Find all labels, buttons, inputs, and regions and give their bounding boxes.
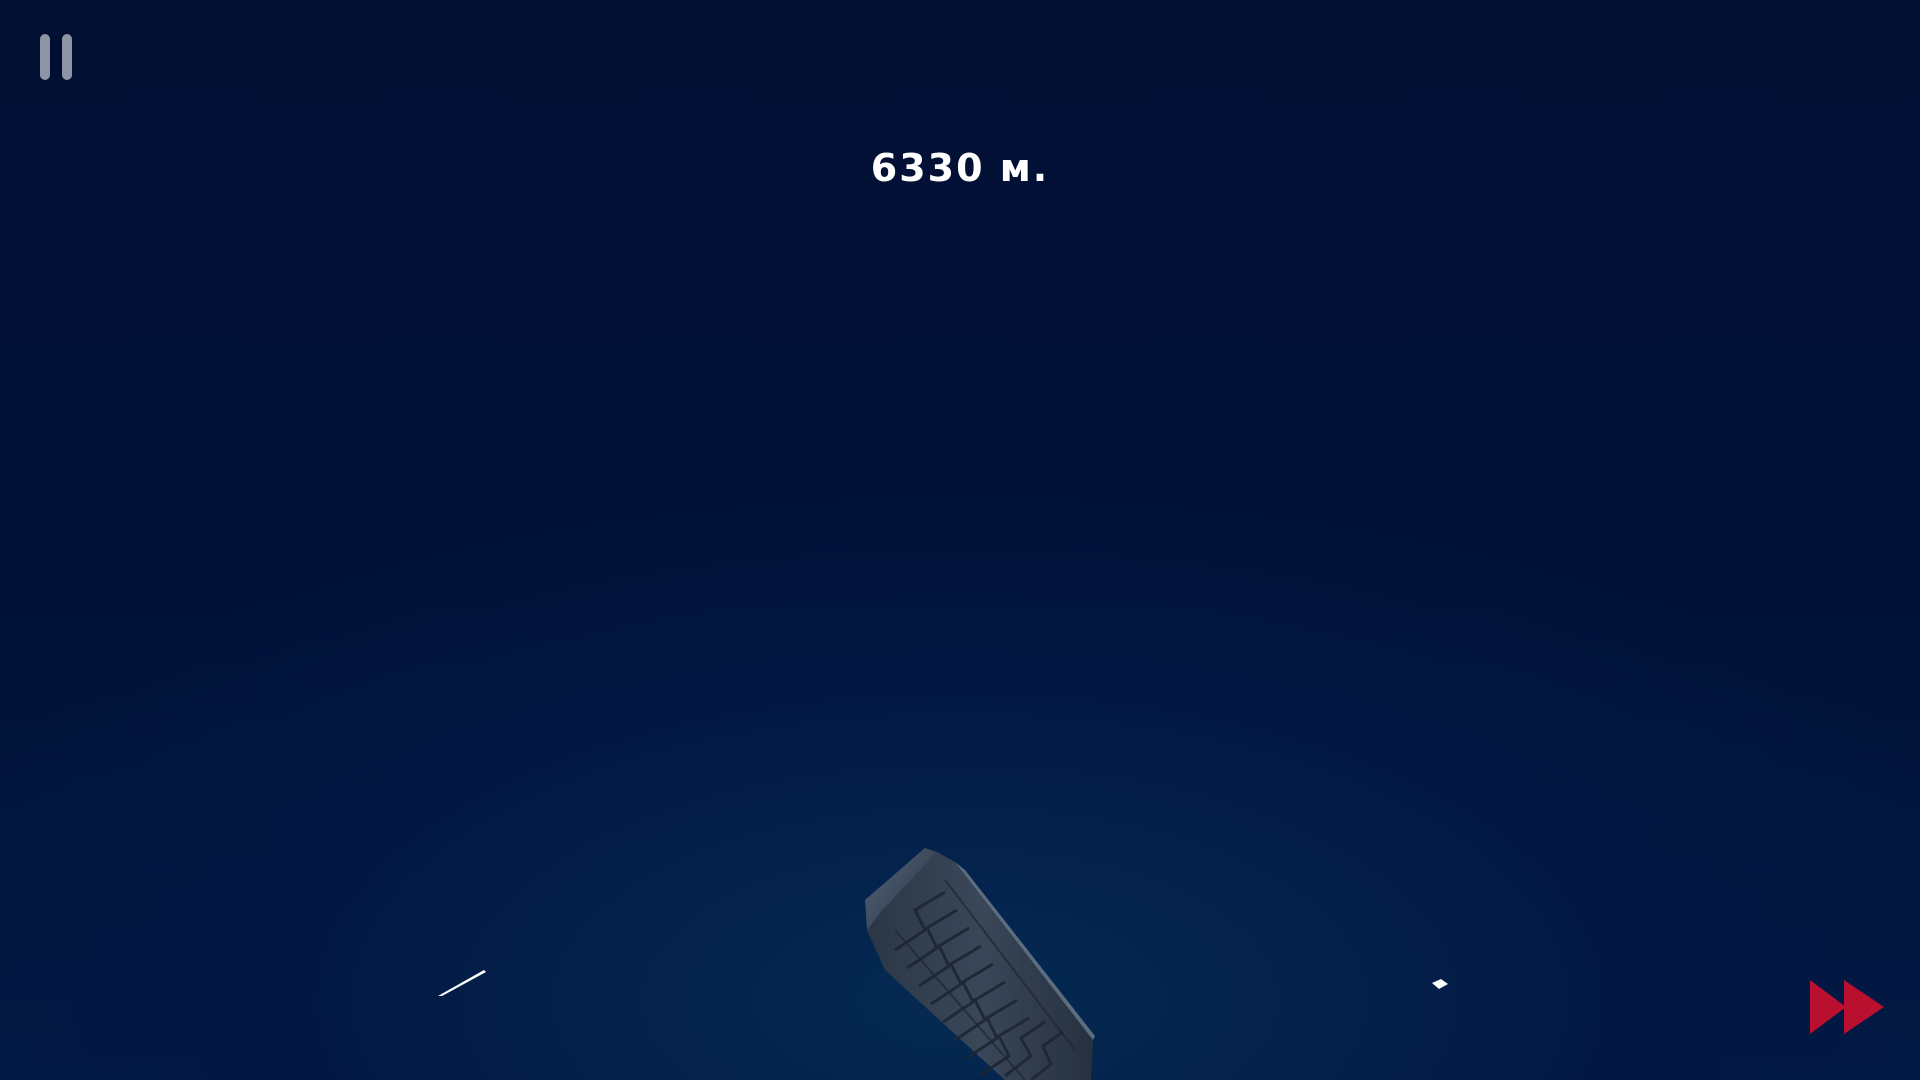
debris-fragment-icon bbox=[1432, 979, 1448, 989]
pause-button[interactable] bbox=[38, 34, 78, 82]
game-scene[interactable]: 6330 м. bbox=[0, 0, 1920, 1080]
fast-forward-button[interactable] bbox=[1808, 976, 1886, 1038]
fast-forward-icon bbox=[1810, 980, 1884, 1034]
pause-icon bbox=[40, 34, 50, 80]
pause-icon-bar bbox=[62, 34, 72, 80]
debris-shard-icon bbox=[438, 970, 486, 996]
tire-icon bbox=[865, 848, 1095, 1080]
distance-counter: 6330 м. bbox=[870, 146, 1050, 190]
